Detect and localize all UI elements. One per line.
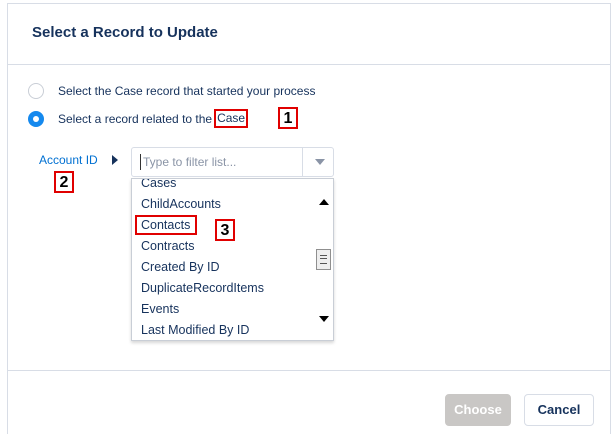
- dialog-footer: Choose Cancel: [8, 370, 610, 435]
- list-item-label: Contacts: [135, 215, 198, 235]
- combobox-divider: [302, 148, 303, 176]
- select-record-dialog: Select a Record to Update Select the Cas…: [7, 3, 611, 434]
- choose-button[interactable]: Choose: [445, 394, 511, 426]
- option-related-record-label: Select a record related to the: [58, 111, 213, 126]
- list-item[interactable]: Created By ID: [132, 257, 308, 278]
- scroll-down-arrow-icon[interactable]: [319, 316, 329, 322]
- list-item-label: Last Modified By ID: [141, 323, 250, 337]
- list-item-label: Contracts: [141, 239, 195, 253]
- callout-2: 2: [54, 171, 74, 193]
- dialog-title: Select a Record to Update: [32, 24, 218, 41]
- dialog-header: Select a Record to Update: [8, 4, 610, 65]
- chevron-down-icon[interactable]: [315, 159, 325, 165]
- list-item-label: ChildAccounts: [141, 197, 221, 211]
- list-item[interactable]: DuplicateRecordItems: [132, 278, 308, 299]
- record-dropdown-list[interactable]: Cases ChildAccounts Contacts Contracts C…: [131, 178, 334, 341]
- list-item[interactable]: ChildAccounts: [132, 194, 308, 215]
- scroll-thumb[interactable]: [316, 249, 331, 270]
- related-object-label: Case: [214, 109, 249, 128]
- list-item-label: DuplicateRecordItems: [141, 281, 264, 295]
- field-label-account-id[interactable]: Account ID: [39, 153, 98, 167]
- radio-related-record[interactable]: [28, 110, 44, 127]
- scroll-up-arrow-icon[interactable]: [319, 199, 329, 205]
- callout-3: 3: [215, 219, 235, 241]
- dropdown-items: Cases ChildAccounts Contacts Contracts C…: [132, 178, 308, 340]
- option-started-record-label: Select the Case record that started your…: [58, 84, 316, 98]
- list-item[interactable]: Cases: [132, 178, 308, 194]
- dropdown-scrollbar[interactable]: [314, 179, 333, 340]
- list-item-label: Events: [141, 302, 180, 316]
- list-item[interactable]: Last Modified By ID: [132, 320, 308, 340]
- option-related-record[interactable]: Select a record related to the Case: [28, 109, 249, 128]
- option-started-record[interactable]: Select the Case record that started your…: [28, 83, 315, 99]
- list-item-label: Cases: [141, 178, 177, 190]
- filter-input[interactable]: [140, 154, 293, 170]
- list-item[interactable]: Events: [132, 299, 308, 320]
- radio-started-record[interactable]: [28, 83, 44, 99]
- filter-combobox[interactable]: [131, 147, 334, 177]
- expand-arrow-icon[interactable]: [112, 155, 118, 165]
- callout-1: 1: [278, 107, 298, 129]
- list-item-label: Created By ID: [141, 260, 220, 274]
- cancel-button[interactable]: Cancel: [524, 394, 594, 426]
